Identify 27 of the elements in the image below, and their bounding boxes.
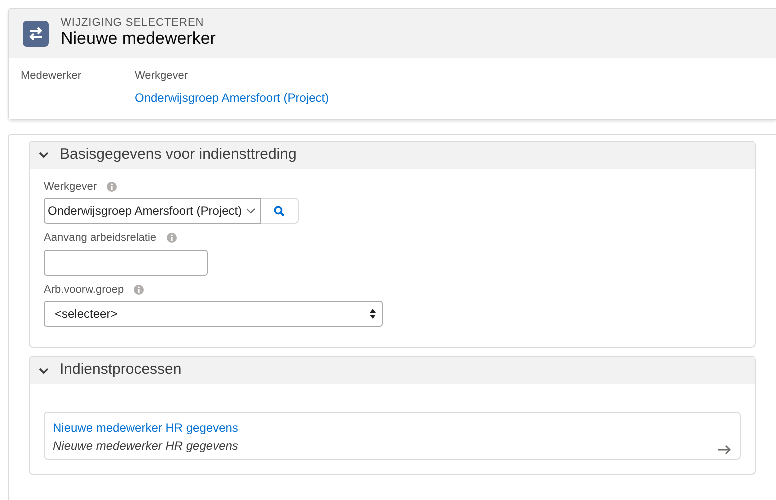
detail-link[interactable]: Onderwijsgroep Amersfoort (Project): [135, 88, 330, 106]
detail-label: Medewerker: [21, 69, 83, 84]
caret-icon: [246, 208, 256, 214]
input-field[interactable]: [44, 250, 208, 276]
detail-label: Werkgever: [135, 69, 189, 84]
process-subtitle: Nieuwe medewerker HR gegevens: [53, 438, 238, 455]
info-icon: [106, 182, 117, 192]
section-header[interactable]: Basisgegevens voor indiensttreding: [30, 142, 755, 168]
field-label: Arb.voorw.groep: [44, 282, 124, 298]
process-title: Nieuwe medewerker HR gegevens: [53, 420, 238, 437]
info-icon: [134, 284, 144, 295]
lookup-dropdown[interactable]: Onderwijsgroep Amersfoort (Project): [44, 198, 262, 224]
select-field[interactable]: <selecteer>: [44, 301, 383, 327]
section-header[interactable]: Indienstprocessen: [30, 357, 755, 384]
spinner-arrows-icon: [370, 309, 376, 319]
search-button[interactable]: [261, 198, 300, 224]
swap-icon: [23, 20, 49, 46]
page-title: Nieuwe medewerker: [61, 29, 216, 50]
header-eyebrow: WIJZIGING SELECTEREN: [61, 17, 206, 30]
process-card[interactable]: Nieuwe medewerker HR gegevens Nieuwe medewerker HR gegevens: [44, 412, 741, 460]
section-title: Indienstprocessen: [60, 360, 182, 380]
field-label: Aanvang arbeidsrelatie: [44, 231, 157, 246]
search-icon: [274, 206, 286, 216]
section-title: Basisgegevens voor indiensttreding: [60, 144, 297, 165]
field-label: Werkgever: [44, 180, 97, 194]
info-icon: [166, 233, 177, 244]
arrow-right-icon: [718, 445, 732, 455]
